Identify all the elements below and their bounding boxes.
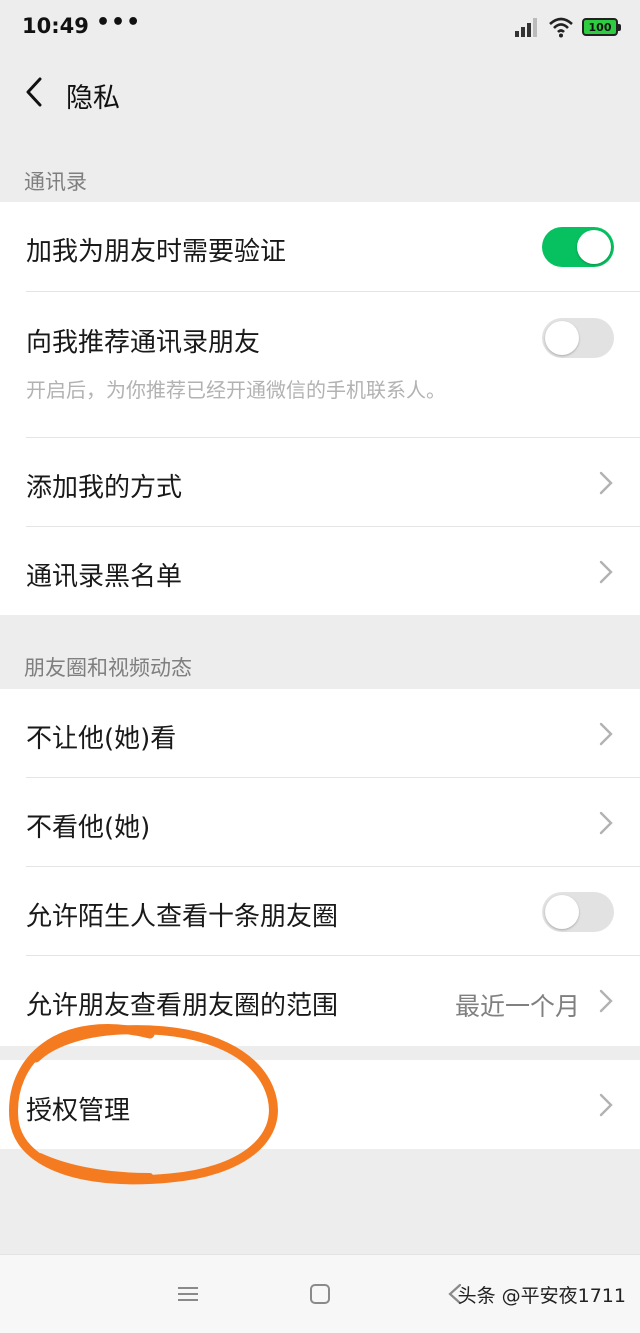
row-label: 允许陌生人查看十条朋友圈 [26, 902, 339, 932]
watermark: 头条 @平安夜1711 [457, 1285, 626, 1307]
system-nav-bar: 头条 @平安夜1711 [0, 1254, 640, 1333]
toggle-knob [577, 230, 611, 264]
row-label: 允许朋友查看朋友圈的范围 [26, 991, 339, 1021]
row-label: 通讯录黑名单 [26, 562, 183, 592]
row-blacklist[interactable]: 通讯录黑名单 [0, 527, 640, 615]
chevron-right-icon [599, 722, 613, 746]
row-moments-range[interactable]: 允许朋友查看朋友圈的范围 最近一个月 [0, 956, 640, 1046]
section-label-moments: 朋友圈和视频动态 [24, 656, 192, 680]
nav-bar: 隐私 [0, 56, 640, 130]
menu-icon [178, 1287, 198, 1301]
recommend-toggle[interactable] [542, 318, 614, 358]
status-bar: 10:49 ••• 100 [0, 0, 640, 56]
home-button[interactable] [305, 1279, 335, 1309]
toggle-knob [545, 895, 579, 929]
row-verify-friend: 加我为朋友时需要验证 [0, 202, 640, 292]
moments-range-value: 最近一个月 [454, 992, 580, 1021]
verify-toggle[interactable] [542, 227, 614, 267]
row-label: 向我推荐通讯录朋友 [26, 328, 261, 358]
home-square-icon [310, 1284, 330, 1304]
row-stranger-ten-posts: 允许陌生人查看十条朋友圈 [0, 867, 640, 956]
signal-icon [515, 18, 537, 37]
status-more-dots: ••• [96, 10, 142, 35]
chevron-right-icon [599, 989, 613, 1013]
section-label-contacts: 通讯录 [24, 170, 87, 194]
battery-level: 100 [588, 20, 612, 34]
authorization-group: 授权管理 [0, 1060, 640, 1149]
status-time: 10:49 [22, 14, 89, 38]
status-icons: 100 [514, 16, 621, 38]
row-label: 加我为朋友时需要验证 [26, 237, 287, 267]
row-description: 开启后，为你推荐已经开通微信的手机联系人。 [26, 378, 446, 402]
row-dont-see-moments[interactable]: 不看他(她) [0, 778, 640, 867]
row-hide-moments-from[interactable]: 不让他(她)看 [0, 689, 640, 778]
wifi-icon [549, 17, 573, 38]
row-label: 不让他(她)看 [26, 724, 177, 754]
row-label: 授权管理 [26, 1096, 131, 1126]
back-arrow-icon [26, 77, 42, 107]
row-label: 添加我的方式 [26, 473, 183, 503]
battery-icon: 100 [582, 18, 621, 36]
row-label: 不看他(她) [26, 813, 151, 843]
chevron-right-icon [599, 560, 613, 584]
row-recommend-contacts: 向我推荐通讯录朋友 开启后，为你推荐已经开通微信的手机联系人。 [0, 292, 640, 438]
back-button[interactable] [14, 72, 54, 112]
chevron-right-icon [599, 811, 613, 835]
page-title: 隐私 [66, 83, 120, 114]
moments-group: 不让他(她)看 不看他(她) 允许陌生人查看十条朋友圈 允许朋友查看朋友圈的范围… [0, 689, 640, 1046]
toggle-knob [545, 321, 579, 355]
contacts-group: 加我为朋友时需要验证 向我推荐通讯录朋友 开启后，为你推荐已经开通微信的手机联系… [0, 202, 640, 615]
row-add-methods[interactable]: 添加我的方式 [0, 438, 640, 527]
chevron-right-icon [599, 471, 613, 495]
chevron-right-icon [599, 1093, 613, 1117]
menu-button[interactable] [173, 1279, 203, 1309]
row-authorization-management[interactable]: 授权管理 [0, 1060, 640, 1149]
stranger-ten-toggle[interactable] [542, 892, 614, 932]
